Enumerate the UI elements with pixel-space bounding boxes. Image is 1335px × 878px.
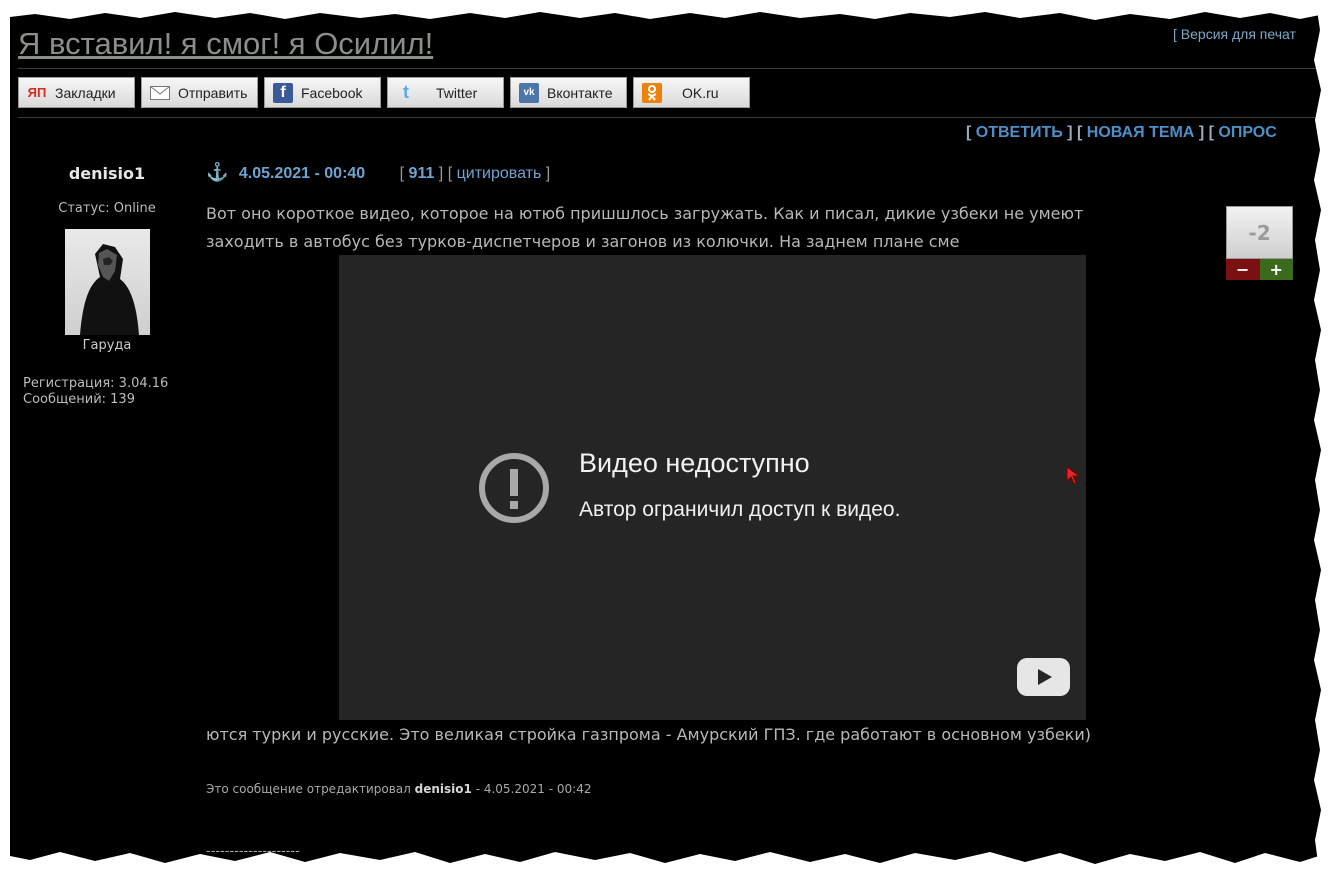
post-date: 4.05.2021 - 00:40 xyxy=(238,165,366,182)
mouse-cursor-icon xyxy=(1066,466,1081,485)
divider xyxy=(18,117,1325,118)
edit-note-date: - 4.05.2021 - 00:42 xyxy=(475,782,592,796)
share-label: Facebook xyxy=(301,84,363,101)
mail-icon xyxy=(150,83,170,103)
rating-plus-button[interactable]: + xyxy=(1259,259,1293,280)
torn-edge-right xyxy=(1314,10,1325,870)
author-name[interactable]: denisio1 xyxy=(22,164,192,183)
share-facebook-button[interactable]: f Facebook xyxy=(264,77,381,108)
post-text-line: ются турки и русские. Это великая стройк… xyxy=(206,725,1091,744)
post-header: ⚓ 4.05.2021 - 00:40 [ 911 ] [ цитировать… xyxy=(206,162,551,182)
share-label: Закладки xyxy=(55,84,116,101)
vk-icon: vk xyxy=(519,82,539,103)
quote-link[interactable]: цитировать xyxy=(457,165,542,182)
registration-date: Регистрация: 3.04.16 xyxy=(23,376,169,391)
poll-link[interactable]: ОПРОС xyxy=(1218,124,1276,141)
rating-minus-button[interactable]: − xyxy=(1226,259,1260,280)
yandex-icon: ЯП xyxy=(27,85,47,100)
message-count: Сообщений: 139 xyxy=(23,392,135,407)
share-ok-button[interactable]: OK.ru xyxy=(633,77,750,108)
author-meta: Регистрация: 3.04.16 Сообщений: 139 xyxy=(22,376,192,408)
forum-page: Я вставил! я смог! я Осилил! [ Версия дл… xyxy=(10,10,1325,870)
share-bookmarks-button[interactable]: ЯП Закладки xyxy=(18,77,135,108)
share-email-button[interactable]: Отправить xyxy=(141,77,258,108)
share-twitter-button[interactable]: t Twitter xyxy=(387,77,504,108)
print-version-link[interactable]: [ Версия для печат xyxy=(1173,26,1296,42)
author-panel: denisio1 Статус: Online Гаруда Регистрац… xyxy=(22,160,192,408)
share-label: Вконтакте xyxy=(547,84,613,101)
edit-note: Это сообщение отредактировал denisio1 - … xyxy=(206,782,591,796)
ok-icon xyxy=(642,82,662,103)
post-text-line: заходить в автобус без турков-диспетчеро… xyxy=(206,232,960,251)
youtube-logo-icon[interactable] xyxy=(1017,658,1070,696)
edit-note-user: denisio1 xyxy=(414,782,472,796)
anchor-icon[interactable]: ⚓ xyxy=(206,162,228,182)
share-label: Twitter xyxy=(436,84,478,101)
facebook-icon: f xyxy=(273,82,293,103)
divider xyxy=(18,68,1325,69)
share-label: OK.ru xyxy=(682,84,719,101)
video-player[interactable]: Видео недоступно Автор ограничил доступ … xyxy=(339,255,1086,720)
rating-widget: -2 − + xyxy=(1226,206,1293,280)
avatar-caption: Гаруда xyxy=(82,338,132,353)
twitter-icon: t xyxy=(403,82,409,102)
torn-edge-top xyxy=(10,10,1325,20)
torn-edge-bottom xyxy=(10,852,1325,870)
video-error-subtitle: Автор ограничил доступ к видео. xyxy=(579,498,901,521)
topic-title[interactable]: Я вставил! я смог! я Осилил! xyxy=(18,26,433,62)
new-topic-link[interactable]: НОВАЯ ТЕМА xyxy=(1087,124,1195,141)
share-bar: ЯП Закладки Отправить f Facebook t Twitt… xyxy=(18,77,750,108)
author-status: Статус: Online xyxy=(58,201,156,216)
warning-icon xyxy=(479,453,549,523)
post-text-line: Вот оно короткое видео, которое на ютюб … xyxy=(206,204,1084,223)
rating-value: -2 xyxy=(1226,206,1293,259)
topic-actions: [ ОТВЕТИТЬ ] [ НОВАЯ ТЕМА ] [ ОПРОС xyxy=(966,124,1277,141)
video-error-title: Видео недоступно xyxy=(579,448,810,478)
edit-note-prefix: Это сообщение отредактировал xyxy=(206,782,411,796)
reply-link[interactable]: ОТВЕТИТЬ xyxy=(976,124,1063,141)
post-number-link[interactable]: 911 xyxy=(409,165,435,182)
avatar[interactable] xyxy=(64,229,150,335)
share-vk-button[interactable]: vk Вконтакте xyxy=(510,77,627,108)
share-label: Отправить xyxy=(178,84,248,101)
